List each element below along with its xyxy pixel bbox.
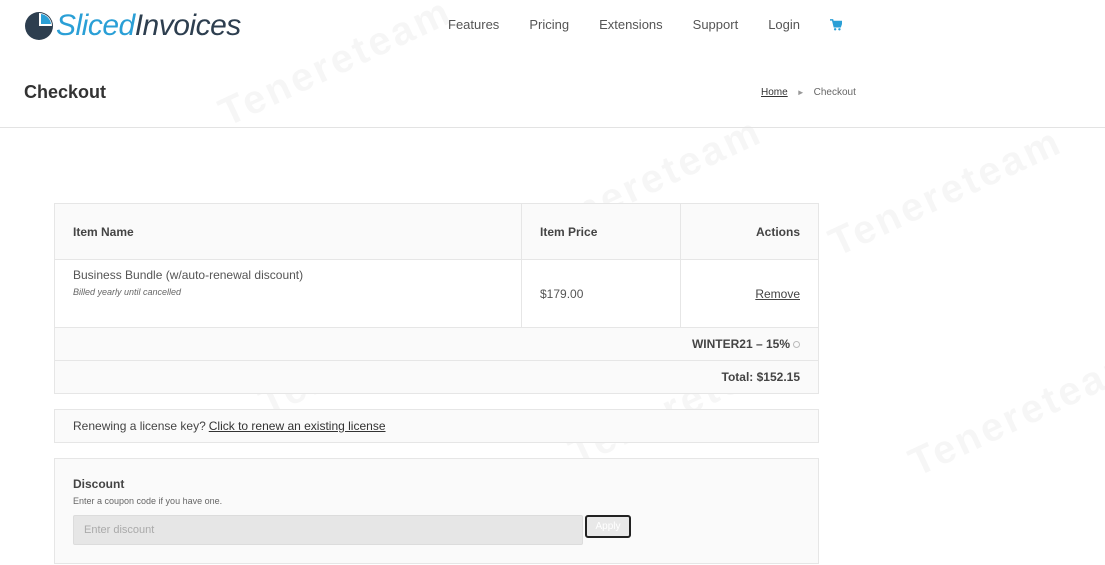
- shopping-cart-icon[interactable]: [830, 19, 843, 31]
- item-name: Business Bundle (w/auto-renewal discount…: [73, 268, 304, 282]
- item-price-cell: $179.00: [522, 260, 681, 328]
- renew-license-box: Renewing a license key? Click to renew a…: [54, 409, 819, 443]
- discount-help-text: Enter a coupon code if you have one.: [73, 496, 223, 506]
- chevron-right-icon: ►: [796, 88, 805, 97]
- discount-code-input[interactable]: [73, 515, 583, 545]
- total-row: Total: $152.15: [55, 361, 818, 393]
- cart-header-row: Item Name Item Price Actions: [55, 203, 818, 260]
- site-logo[interactable]: SlicedInvoices: [24, 8, 241, 44]
- nav-login[interactable]: Login: [768, 17, 800, 33]
- item-actions-cell: Remove: [681, 260, 818, 328]
- nav-support[interactable]: Support: [693, 17, 739, 33]
- brand-name: SlicedInvoices: [56, 9, 241, 42]
- item-billing-note: Billed yearly until cancelled: [73, 287, 182, 297]
- main-nav: Features Pricing Extensions Support Logi…: [448, 17, 843, 33]
- apply-discount-button[interactable]: Apply: [585, 515, 631, 538]
- breadcrumb: Home ► Checkout: [761, 87, 856, 98]
- column-header-item-name: Item Name: [55, 203, 522, 260]
- coupon-row: WINTER21 – 15%: [55, 328, 818, 361]
- watermark: Tenereteam: [822, 119, 1069, 266]
- item-name-cell: Business Bundle (w/auto-renewal discount…: [55, 260, 522, 328]
- column-header-actions: Actions: [755, 224, 800, 239]
- table-row: Business Bundle (w/auto-renewal discount…: [55, 260, 818, 328]
- nav-pricing[interactable]: Pricing: [529, 17, 569, 33]
- page-title-bar: Checkout Home ► Checkout: [0, 52, 1105, 128]
- item-price: $179.00: [540, 287, 584, 301]
- renew-license-link[interactable]: Click to renew an existing license: [209, 419, 386, 433]
- nav-features[interactable]: Features: [448, 17, 499, 33]
- column-header-item-price: Item Price: [522, 203, 681, 260]
- breadcrumb-current: Checkout: [813, 87, 856, 98]
- renew-prompt: Renewing a license key?: [73, 419, 206, 433]
- cart-table: Item Name Item Price Actions Business Bu…: [54, 203, 819, 394]
- breadcrumb-home[interactable]: Home: [761, 87, 788, 98]
- discount-title: Discount: [73, 477, 125, 491]
- remove-coupon-icon[interactable]: [793, 340, 800, 348]
- watermark: Tenereteam: [902, 339, 1105, 486]
- applied-coupon: WINTER21 – 15%: [691, 337, 790, 351]
- page-title: Checkout: [24, 82, 107, 102]
- nav-extensions[interactable]: Extensions: [599, 17, 663, 33]
- site-header: SlicedInvoices Features Pricing Extensio…: [0, 0, 1105, 52]
- discount-section: Discount Enter a coupon code if you have…: [54, 458, 819, 564]
- remove-item-link[interactable]: Remove: [699, 260, 800, 328]
- cart-total: Total: $152.15: [721, 370, 800, 384]
- pie-chart-icon: [25, 12, 53, 40]
